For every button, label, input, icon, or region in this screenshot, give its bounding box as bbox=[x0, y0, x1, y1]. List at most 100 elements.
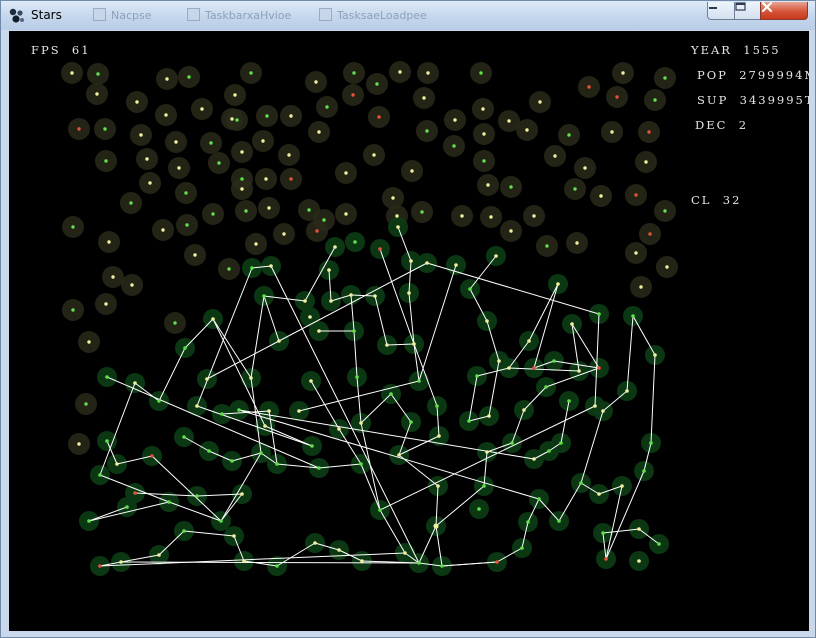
fps-readout: FPS 61 bbox=[31, 43, 91, 57]
star bbox=[436, 484, 440, 488]
star bbox=[249, 71, 253, 75]
star bbox=[653, 98, 657, 102]
star bbox=[77, 442, 81, 446]
trade-link bbox=[602, 390, 628, 412]
minimize-button[interactable] bbox=[707, 2, 735, 20]
star bbox=[599, 194, 603, 198]
star bbox=[577, 369, 581, 373]
star bbox=[133, 491, 137, 495]
star bbox=[649, 441, 653, 445]
supply-readout: SUP 3439995T bbox=[697, 93, 809, 107]
star bbox=[527, 339, 531, 343]
star bbox=[360, 559, 364, 563]
star bbox=[653, 353, 657, 357]
star bbox=[395, 214, 399, 218]
trade-link bbox=[580, 410, 604, 484]
simulation-canvas[interactable]: FPS 61 YEAR 1555 POP 2799994M SUP 343999… bbox=[9, 31, 809, 631]
star bbox=[482, 159, 486, 163]
star bbox=[289, 177, 293, 181]
star bbox=[479, 71, 483, 75]
star bbox=[130, 283, 134, 287]
star bbox=[485, 450, 489, 454]
star bbox=[397, 453, 401, 457]
trade-link bbox=[263, 295, 280, 342]
star bbox=[211, 212, 215, 216]
star bbox=[426, 71, 430, 75]
star bbox=[467, 419, 471, 423]
trade-link bbox=[571, 323, 600, 369]
star bbox=[71, 308, 75, 312]
colony-count-readout: CL 32 bbox=[691, 193, 742, 207]
star bbox=[297, 409, 301, 413]
star bbox=[352, 329, 356, 333]
trade-link bbox=[523, 386, 547, 411]
star bbox=[177, 166, 181, 170]
star bbox=[610, 130, 614, 134]
star bbox=[217, 161, 221, 165]
star bbox=[452, 144, 456, 148]
close-icon bbox=[761, 2, 773, 12]
star bbox=[509, 229, 513, 233]
star bbox=[230, 459, 234, 463]
star bbox=[129, 201, 133, 205]
star bbox=[665, 265, 669, 269]
star bbox=[262, 294, 266, 298]
star bbox=[182, 529, 186, 533]
star bbox=[417, 561, 421, 565]
star bbox=[359, 421, 363, 425]
trade-link bbox=[558, 482, 582, 522]
star bbox=[372, 153, 376, 157]
star bbox=[240, 177, 244, 181]
trade-link bbox=[632, 315, 656, 356]
background-task-label: Nacpse bbox=[93, 8, 152, 22]
minimize-icon bbox=[709, 7, 717, 9]
star bbox=[232, 534, 236, 538]
star bbox=[407, 291, 411, 295]
star bbox=[349, 293, 353, 297]
trade-link bbox=[469, 255, 497, 290]
star bbox=[105, 375, 109, 379]
maximize-button[interactable] bbox=[734, 2, 761, 20]
star bbox=[174, 140, 178, 144]
star bbox=[409, 420, 413, 424]
trade-link bbox=[418, 525, 437, 564]
star bbox=[227, 267, 231, 271]
star bbox=[403, 551, 407, 555]
star-field bbox=[61, 61, 678, 576]
star bbox=[377, 115, 381, 119]
star bbox=[240, 187, 244, 191]
star bbox=[308, 315, 312, 319]
trade-link bbox=[151, 455, 222, 522]
star bbox=[317, 329, 321, 333]
star bbox=[289, 114, 293, 118]
star bbox=[597, 492, 601, 496]
background-task-label: TaskbarxaHvioe bbox=[187, 8, 291, 22]
star bbox=[637, 527, 641, 531]
star bbox=[532, 366, 536, 370]
star bbox=[639, 285, 643, 289]
star bbox=[482, 132, 486, 136]
close-button[interactable] bbox=[760, 2, 808, 20]
app-window: Stars Nacpse TaskbarxaHvioe TasksaeLoadp… bbox=[0, 0, 816, 638]
star bbox=[220, 412, 224, 416]
star bbox=[604, 557, 608, 561]
trade-link bbox=[184, 318, 214, 349]
title-bar[interactable]: Stars Nacpse TaskbarxaHvioe TasksaeLoadp… bbox=[1, 1, 815, 30]
star bbox=[111, 275, 115, 279]
star bbox=[115, 462, 119, 466]
star bbox=[601, 409, 605, 413]
star bbox=[359, 462, 363, 466]
star bbox=[559, 441, 563, 445]
star bbox=[337, 548, 341, 552]
trade-link bbox=[626, 315, 634, 392]
star bbox=[453, 118, 457, 122]
star bbox=[240, 150, 244, 154]
trade-link bbox=[426, 262, 600, 315]
star bbox=[164, 113, 168, 117]
star bbox=[211, 317, 215, 321]
star bbox=[440, 564, 444, 568]
trade-link bbox=[508, 367, 580, 372]
trade-link bbox=[650, 354, 656, 444]
star bbox=[314, 80, 318, 84]
star bbox=[351, 93, 355, 97]
